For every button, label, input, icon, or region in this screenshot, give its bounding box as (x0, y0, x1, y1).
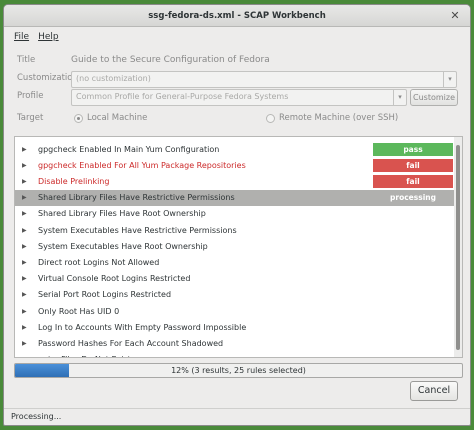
menubar: File Help (4, 27, 470, 46)
rules-list[interactable]: ▶ gpgcheck Enabled In Main Yum Configurat… (14, 136, 463, 358)
rule-name: Shared Library Files Have Restrictive Pe… (38, 193, 235, 203)
rule-name: System Executables Have Restrictive Perm… (38, 225, 237, 235)
expand-arrow-icon[interactable]: ▶ (22, 340, 31, 347)
expand-arrow-icon[interactable]: ▶ (22, 162, 31, 169)
expand-arrow-icon[interactable]: ▶ (22, 291, 31, 298)
customization-combo[interactable]: (no customization) ▾ (71, 71, 457, 88)
expand-arrow-icon[interactable]: ▶ (22, 324, 31, 331)
rule-name: Only Root Has UID 0 (38, 306, 120, 316)
main-window: ssg-fedora-ds.xml - SCAP Workbench ✕ Fil… (3, 4, 471, 426)
rule-row[interactable]: ▶ Only Root Has UID 0 (15, 303, 455, 319)
rule-name: Serial Port Root Logins Restricted (38, 290, 172, 300)
customization-value: (no customization) (76, 74, 151, 83)
menu-file[interactable]: File (14, 32, 29, 42)
titlebar[interactable]: ssg-fedora-ds.xml - SCAP Workbench ✕ (4, 5, 470, 27)
cancel-button-label: Cancel (417, 385, 451, 396)
benchmark-title: Guide to the Secure Configuration of Fed… (71, 55, 270, 65)
local-machine-radio[interactable] (74, 114, 83, 123)
rule-row[interactable]: ▶ gpgcheck Enabled For All Yum Package Re… (15, 157, 455, 173)
rule-name: netrc Files Do Not Exist (38, 355, 455, 357)
target-label: Target (17, 113, 44, 123)
rule-row[interactable]: ▶ Direct root Logins Not Allowed (15, 254, 455, 270)
rule-row[interactable]: ▶ System Executables Have Restrictive Per… (15, 222, 455, 238)
expand-arrow-icon[interactable]: ▶ (22, 146, 31, 153)
rule-row[interactable]: ▶ Password Hashes For Each Account Shadow… (15, 335, 455, 351)
expand-arrow-icon[interactable]: ▶ (22, 210, 31, 217)
title-label: Title (17, 55, 36, 65)
expand-arrow-icon[interactable]: ▶ (22, 227, 31, 234)
scrollbar-thumb[interactable] (456, 145, 460, 350)
rule-name: Password Hashes For Each Account Shadowe… (38, 338, 224, 348)
expand-arrow-icon[interactable]: ▶ (22, 356, 31, 357)
profile-row: Profile Common Profile for General-Purpo… (4, 87, 470, 107)
rule-name: Log In to Accounts With Empty Password I… (38, 322, 247, 332)
chevron-down-icon: ▾ (393, 90, 406, 105)
progress-text: 12% (3 results, 25 rules selected) (171, 366, 306, 375)
rule-row[interactable]: ▶ Disable Prelinking fail (15, 173, 455, 189)
remote-machine-radio[interactable] (266, 114, 275, 123)
profile-value: Common Profile for General-Purpose Fedor… (76, 92, 289, 101)
target-row: Target Local Machine Remote Machine (ove… (4, 109, 470, 129)
cancel-button[interactable]: Cancel (410, 381, 458, 401)
expand-arrow-icon[interactable]: ▶ (22, 275, 31, 282)
expand-arrow-icon[interactable]: ▶ (22, 194, 31, 201)
rule-status-badge: fail (373, 158, 453, 172)
customize-button-label: Customize (413, 93, 455, 102)
rule-status-badge: processing (390, 193, 436, 203)
rule-name: Disable Prelinking (38, 176, 110, 186)
rule-name: Shared Library Files Have Root Ownership (38, 209, 206, 219)
profile-label: Profile (17, 91, 44, 101)
close-icon[interactable]: ✕ (448, 9, 462, 23)
expand-arrow-icon[interactable]: ▶ (22, 308, 31, 315)
rule-name: Virtual Console Root Logins Restricted (38, 274, 191, 284)
rule-row[interactable]: ▶ Log In to Accounts With Empty Password … (15, 319, 455, 335)
menu-help-label: Help (38, 31, 59, 42)
customize-button[interactable]: Customize (410, 89, 458, 106)
rule-status-badge: pass (373, 142, 453, 156)
profile-combo[interactable]: Common Profile for General-Purpose Fedor… (71, 89, 407, 106)
rule-name: Direct root Logins Not Allowed (38, 257, 160, 267)
menu-help[interactable]: Help (38, 32, 59, 42)
customization-row: Customization (no customization) ▾ (4, 69, 470, 89)
rule-row[interactable]: ▶ Shared Library Files Have Restrictive P… (15, 189, 455, 206)
rule-row[interactable]: ▶ netrc Files Do Not Exist (15, 352, 455, 357)
customization-label: Customization (17, 73, 78, 83)
remote-machine-label: Remote Machine (over SSH) (279, 113, 399, 123)
rule-name: System Executables Have Root Ownership (38, 241, 208, 251)
rule-row[interactable]: ▶ Shared Library Files Have Root Ownershi… (15, 206, 455, 222)
local-machine-label: Local Machine (87, 113, 148, 123)
status-bar: Processing... (4, 408, 470, 425)
rule-row[interactable]: ▶ System Executables Have Root Ownership (15, 238, 455, 254)
scan-progress-bar: 12% (3 results, 25 rules selected) (14, 363, 463, 378)
rule-name: gpgcheck Enabled For All Yum Package Rep… (38, 160, 246, 170)
rule-row[interactable]: ▶ Serial Port Root Logins Restricted (15, 287, 455, 303)
rule-status-badge: fail (373, 174, 453, 188)
rules-scrollbar[interactable] (454, 137, 462, 357)
rule-row[interactable]: ▶ Virtual Console Root Logins Restricted (15, 271, 455, 287)
rule-row[interactable]: ▶ gpgcheck Enabled In Main Yum Configurat… (15, 141, 455, 157)
rule-name: gpgcheck Enabled In Main Yum Configurati… (38, 144, 220, 154)
expand-arrow-icon[interactable]: ▶ (22, 243, 31, 250)
status-text: Processing... (11, 412, 62, 421)
menu-file-label: File (14, 31, 30, 42)
expand-arrow-icon[interactable]: ▶ (22, 178, 31, 185)
title-row: Title Guide to the Secure Configuration … (4, 51, 470, 71)
chevron-down-icon: ▾ (443, 72, 456, 87)
window-title: ssg-fedora-ds.xml - SCAP Workbench (148, 10, 326, 21)
expand-arrow-icon[interactable]: ▶ (22, 259, 31, 266)
